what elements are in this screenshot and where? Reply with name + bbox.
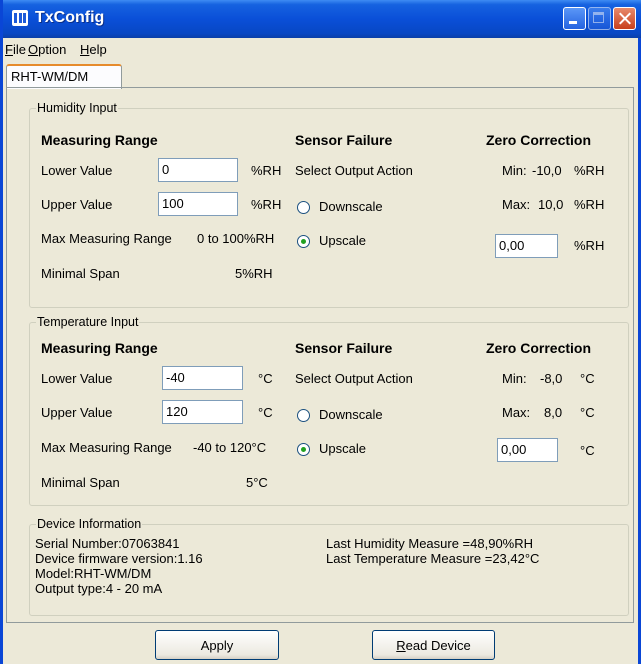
humidity-select-output-label: Select Output Action bbox=[295, 163, 413, 178]
maximize-icon bbox=[588, 7, 611, 30]
temperature-downscale-radio[interactable] bbox=[297, 409, 310, 422]
device-firmware-version: Device firmware version:1.16 bbox=[35, 551, 203, 566]
app-icon bbox=[12, 10, 28, 26]
humidity-upper-unit: %RH bbox=[251, 197, 282, 212]
device-info-legend: Device Information bbox=[36, 517, 143, 531]
humidity-lower-label: Lower Value bbox=[41, 163, 113, 178]
humidity-downscale-radio[interactable] bbox=[297, 201, 310, 214]
humidity-lower-unit: %RH bbox=[251, 163, 282, 178]
temperature-upper-unit: °C bbox=[258, 405, 273, 420]
temperature-min-label: Min: bbox=[502, 371, 527, 386]
read-device-button[interactable]: Read Device bbox=[372, 630, 495, 660]
minimize-icon[interactable] bbox=[563, 7, 586, 30]
temperature-upper-label: Upper Value bbox=[41, 405, 113, 420]
device-info-group: Device Information Serial Number:0706384… bbox=[29, 517, 629, 616]
temperature-downscale-label[interactable]: Downscale bbox=[319, 407, 383, 422]
humidity-zero-correction-heading: Zero Correction bbox=[486, 132, 592, 148]
humidity-min-value: -10,0 bbox=[532, 163, 562, 178]
apply-button[interactable]: Apply bbox=[155, 630, 279, 660]
humidity-upper-input[interactable]: 100 bbox=[158, 192, 238, 216]
window-title: TxConfig bbox=[35, 9, 105, 26]
menu-file[interactable]: File bbox=[5, 42, 26, 57]
temperature-zero-correction-heading: Zero Correction bbox=[486, 340, 592, 356]
humidity-lower-input[interactable]: 0 bbox=[158, 158, 238, 182]
humidity-max-value: 10,0 bbox=[538, 197, 564, 212]
humidity-correction-unit: %RH bbox=[574, 238, 605, 253]
device-serial-number: Serial Number:07063841 bbox=[35, 536, 180, 551]
temperature-sensor-failure-heading: Sensor Failure bbox=[295, 340, 393, 356]
title-bar[interactable]: TxConfig bbox=[3, 0, 641, 38]
temperature-max-value: 8,0 bbox=[544, 405, 563, 420]
humidity-group-legend: Humidity Input bbox=[36, 101, 118, 115]
humidity-max-range-value: 0 to 100%RH bbox=[197, 231, 275, 246]
humidity-min-span-label: Minimal Span bbox=[41, 266, 120, 281]
temperature-min-span-value: 5°C bbox=[246, 475, 268, 490]
close-icon[interactable] bbox=[613, 7, 636, 30]
temperature-zero-correction-input[interactable]: 0,00 bbox=[497, 438, 558, 462]
temperature-input-group: Temperature Input Measuring Range Lower … bbox=[29, 315, 629, 506]
temperature-group-legend: Temperature Input bbox=[36, 315, 140, 329]
last-temperature-measure: Last Temperature Measure =23,42°C bbox=[326, 551, 540, 566]
humidity-max-unit: %RH bbox=[574, 197, 605, 212]
device-model: Model:RHT-WM/DM bbox=[35, 566, 152, 581]
temperature-upscale-label[interactable]: Upscale bbox=[319, 441, 366, 456]
humidity-input-group: Humidity Input Measuring Range Lower Val… bbox=[29, 101, 629, 308]
temperature-upper-input[interactable]: 120 bbox=[162, 400, 243, 424]
humidity-zero-correction-input[interactable]: 0,00 bbox=[495, 234, 558, 258]
temperature-correction-unit: °C bbox=[580, 443, 595, 458]
temperature-upscale-radio[interactable] bbox=[297, 443, 310, 456]
device-output-type: Output type:4 - 20 mA bbox=[35, 581, 163, 596]
app-window: TxConfig File Option Help RHT-WM/DM Humi… bbox=[0, 0, 641, 664]
temperature-max-unit: °C bbox=[580, 405, 595, 420]
temperature-lower-unit: °C bbox=[258, 371, 273, 386]
humidity-min-label: Min: bbox=[502, 163, 527, 178]
temperature-min-span-label: Minimal Span bbox=[41, 475, 120, 490]
humidity-measuring-range-heading: Measuring Range bbox=[41, 132, 158, 148]
temperature-measuring-range-heading: Measuring Range bbox=[41, 340, 158, 356]
humidity-max-label: Max: bbox=[502, 197, 531, 212]
tab-panel: Humidity Input Measuring Range Lower Val… bbox=[6, 87, 634, 623]
humidity-min-span-value: 5%RH bbox=[235, 266, 273, 281]
temperature-select-output-label: Select Output Action bbox=[295, 371, 413, 386]
temperature-min-value: -8,0 bbox=[540, 371, 563, 386]
temperature-max-range-label: Max Measuring Range bbox=[41, 440, 172, 455]
temperature-max-label: Max: bbox=[502, 405, 531, 420]
temperature-lower-input[interactable]: -40 bbox=[162, 366, 243, 390]
tab-strip: RHT-WM/DM bbox=[3, 60, 638, 89]
temperature-lower-label: Lower Value bbox=[41, 371, 113, 386]
tab-label: RHT-WM/DM bbox=[11, 69, 89, 84]
humidity-upscale-label[interactable]: Upscale bbox=[319, 233, 366, 248]
humidity-upper-label: Upper Value bbox=[41, 197, 113, 212]
menu-bar: File Option Help bbox=[3, 38, 638, 60]
menu-help[interactable]: Help bbox=[80, 42, 107, 57]
temperature-max-range-value: -40 to 120°C bbox=[193, 440, 267, 455]
last-humidity-measure: Last Humidity Measure =48,90%RH bbox=[326, 536, 534, 551]
tab-rht-wm-dm[interactable]: RHT-WM/DM bbox=[6, 64, 122, 89]
humidity-sensor-failure-heading: Sensor Failure bbox=[295, 132, 393, 148]
humidity-max-range-label: Max Measuring Range bbox=[41, 231, 172, 246]
humidity-upscale-radio[interactable] bbox=[297, 235, 310, 248]
humidity-downscale-label[interactable]: Downscale bbox=[319, 199, 383, 214]
menu-option[interactable]: Option bbox=[28, 42, 66, 57]
humidity-min-unit: %RH bbox=[574, 163, 605, 178]
temperature-min-unit: °C bbox=[580, 371, 595, 386]
